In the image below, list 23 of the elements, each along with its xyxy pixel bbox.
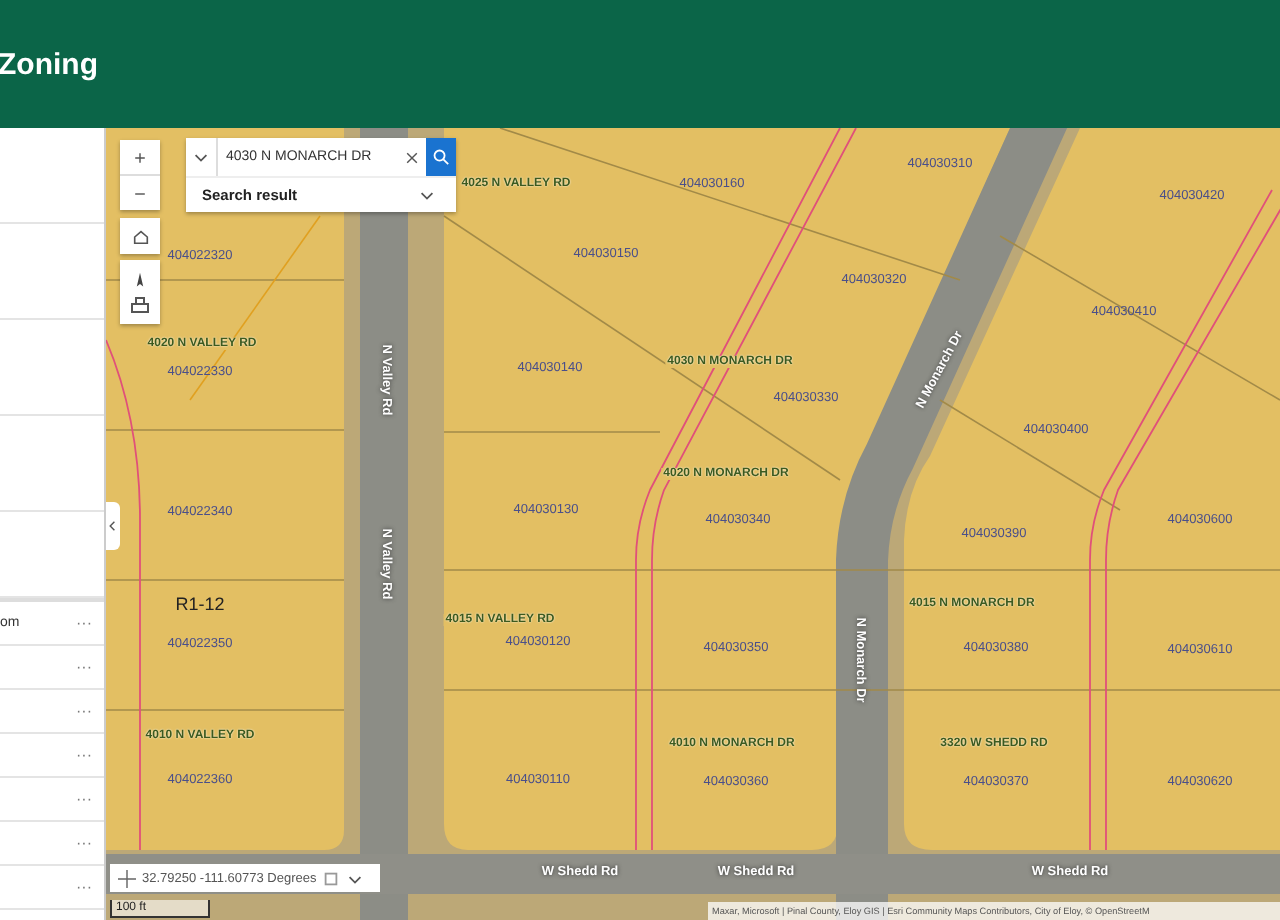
home-button[interactable] (120, 218, 160, 254)
zone-label: R1-12 (175, 594, 225, 614)
search-icon (432, 148, 450, 166)
compass-print-toolbar[interactable] (120, 260, 160, 324)
home-icon (131, 227, 149, 245)
more-options-button[interactable]: ··· (76, 746, 92, 764)
compass-icon (132, 269, 148, 289)
more-options-button[interactable]: ··· (76, 658, 92, 676)
zoom-in-button[interactable] (120, 140, 160, 174)
collapse-panel-button[interactable] (106, 502, 120, 550)
crosshair-icon (118, 869, 136, 887)
search-button[interactable] (426, 138, 456, 176)
close-icon (404, 149, 420, 165)
print-icon (130, 295, 150, 315)
copy-icon (322, 869, 341, 887)
plus-icon (132, 149, 148, 165)
chevron-left-icon (106, 516, 120, 536)
more-options-button[interactable]: ··· (76, 790, 92, 808)
clear-button[interactable] (398, 138, 426, 176)
more-options-button[interactable]: ··· (76, 614, 92, 632)
more-options-button[interactable]: ··· (76, 702, 92, 720)
more-options-button[interactable]: ··· (76, 834, 92, 852)
more-options-button[interactable]: ··· (76, 878, 92, 896)
